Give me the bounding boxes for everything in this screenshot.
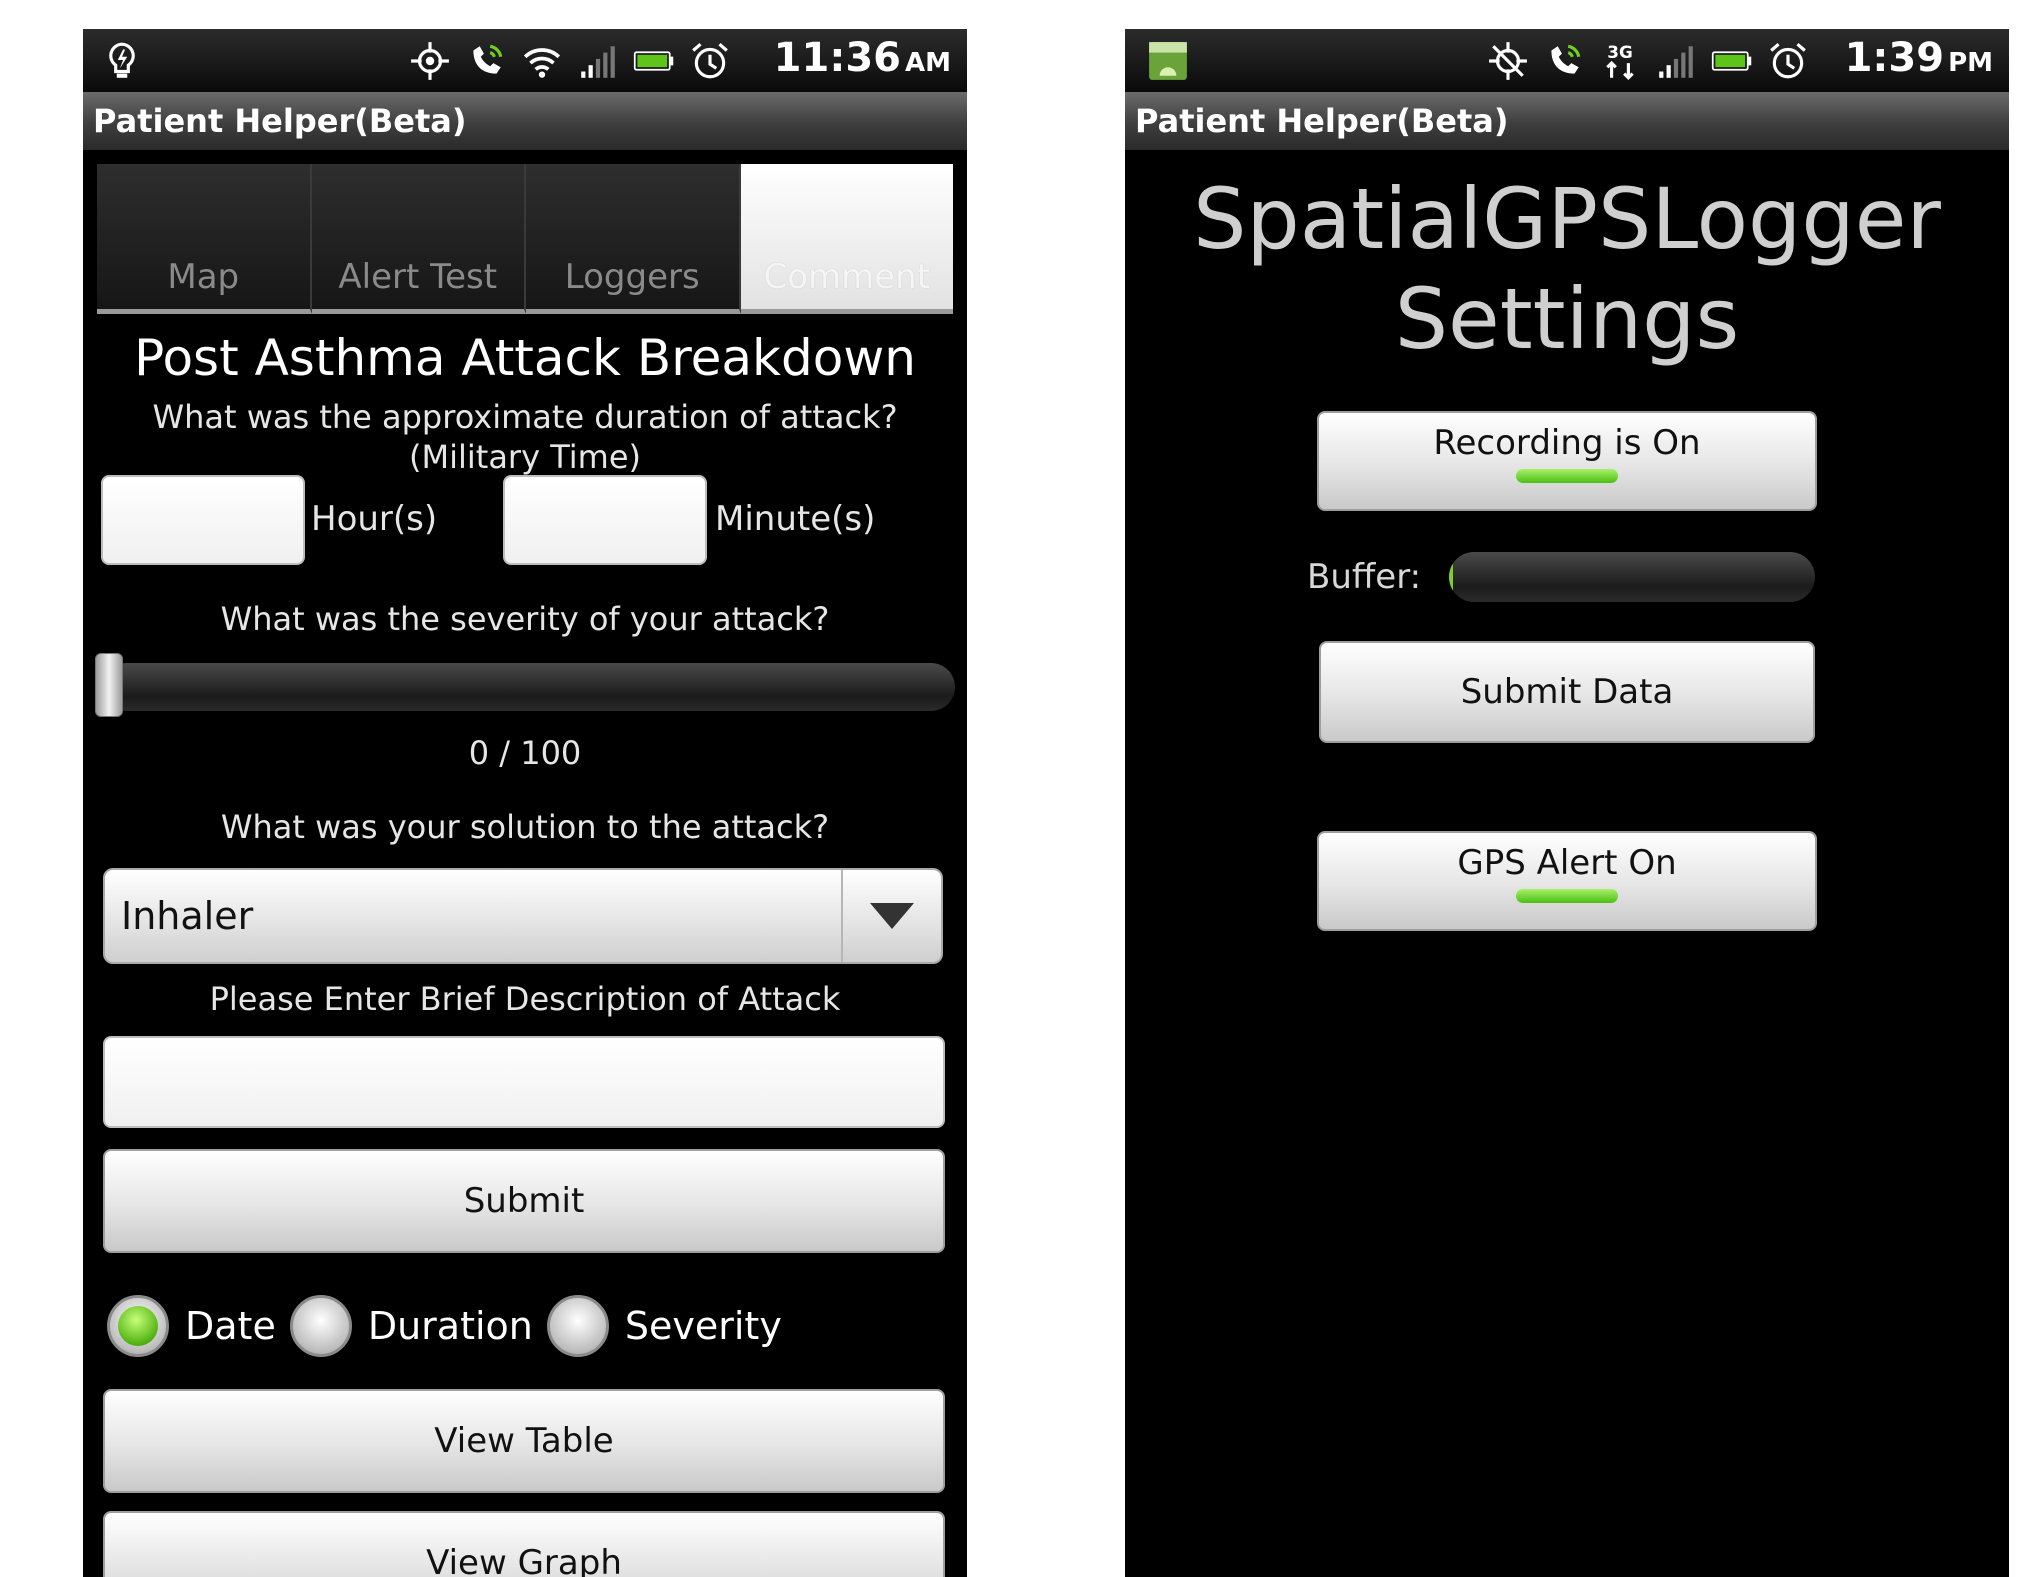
gps-off-icon	[1487, 40, 1529, 82]
radio-date-label: Date	[185, 1304, 276, 1348]
solution-spinner[interactable]: Inhaler	[103, 868, 943, 964]
minutes-input[interactable]	[503, 475, 707, 565]
recording-indicator	[1516, 469, 1618, 483]
radio-severity[interactable]	[546, 1295, 609, 1357]
signal-icon	[1655, 40, 1697, 82]
tab-comment[interactable]: Comment	[740, 164, 953, 314]
gps-icon	[409, 40, 451, 82]
status-time: 1:39 PM	[1844, 35, 1993, 81]
gps-alert-toggle-button[interactable]: GPS Alert On	[1317, 831, 1817, 931]
duration-question: What was the approximate duration of att…	[152, 398, 898, 476]
status-bar: 11:36 AM	[83, 29, 967, 92]
status-time: 11:36 AM	[773, 35, 951, 81]
solution-selected-value: Inhaler	[121, 894, 254, 938]
gps-alert-indicator	[1516, 889, 1618, 903]
alarm-icon	[689, 40, 731, 82]
app-title: Patient Helper(Beta)	[93, 102, 467, 140]
submit-button[interactable]: Submit	[103, 1149, 945, 1253]
sd-card-android-icon	[1147, 40, 1189, 82]
buffer-progress-fill	[1449, 552, 1453, 602]
sort-radio-group: Date Duration Severity	[107, 1291, 796, 1361]
view-table-button[interactable]: View Table	[103, 1389, 945, 1493]
battery-icon	[1711, 40, 1753, 82]
battery-icon	[633, 40, 675, 82]
svg-text:3G: 3G	[1607, 42, 1632, 62]
app-title: Patient Helper(Beta)	[1135, 102, 1509, 140]
description-input[interactable]	[103, 1036, 945, 1128]
settings-title-line2: Settings	[1394, 270, 1740, 368]
submit-data-button[interactable]: Submit Data	[1319, 641, 1815, 743]
spinner-dropdown-button[interactable]	[841, 870, 941, 962]
settings-title-line1: SpatialGPSLogger	[1193, 170, 1941, 268]
app-title-bar: Patient Helper(Beta)	[1125, 92, 2009, 150]
severity-slider[interactable]	[103, 663, 955, 711]
severity-value: 0 / 100	[468, 734, 582, 772]
tab-loggers[interactable]: Loggers	[526, 164, 741, 314]
tab-alert-test[interactable]: Alert Test	[311, 164, 526, 314]
patient-helper-comment-screen: 11:36 AM Patient Helper(Beta) Map Alert T…	[83, 29, 967, 1577]
gps-logger-settings-screen: 3G 1:39 PM Patient Helper(Beta) SpatialGP…	[1125, 29, 2009, 1577]
status-bar: 3G 1:39 PM	[1125, 29, 2009, 92]
severity-slider-thumb[interactable]	[95, 653, 123, 717]
recording-toggle-button[interactable]: Recording is On	[1317, 411, 1817, 511]
minutes-label: Minute(s)	[715, 499, 876, 539]
radio-severity-label: Severity	[624, 1304, 782, 1348]
phone-icon	[1543, 40, 1585, 82]
3g-icon: 3G	[1599, 40, 1641, 82]
signal-icon	[577, 40, 619, 82]
phone-icon	[465, 40, 507, 82]
wifi-icon	[521, 40, 563, 82]
lightbulb-icon	[101, 40, 143, 82]
hours-input[interactable]	[101, 475, 305, 565]
radio-date[interactable]	[107, 1295, 169, 1357]
hours-label: Hour(s)	[311, 499, 438, 539]
triangle-down-icon	[870, 903, 914, 929]
view-graph-button[interactable]: View Graph	[103, 1511, 945, 1577]
solution-question: What was your solution to the attack?	[220, 808, 830, 846]
description-label: Please Enter Brief Description of Attack	[209, 980, 841, 1018]
radio-duration-label: Duration	[367, 1304, 533, 1348]
alarm-icon	[1767, 40, 1809, 82]
page-title: Post Asthma Attack Breakdown	[134, 329, 916, 387]
buffer-progress-bar	[1449, 552, 1815, 602]
tab-bar: Map Alert Test Loggers Comment	[97, 164, 953, 314]
severity-question: What was the severity of your attack?	[220, 600, 830, 638]
radio-duration[interactable]	[289, 1295, 352, 1357]
app-title-bar: Patient Helper(Beta)	[83, 92, 967, 150]
tab-map[interactable]: Map	[97, 164, 312, 314]
buffer-label: Buffer:	[1307, 557, 1422, 597]
